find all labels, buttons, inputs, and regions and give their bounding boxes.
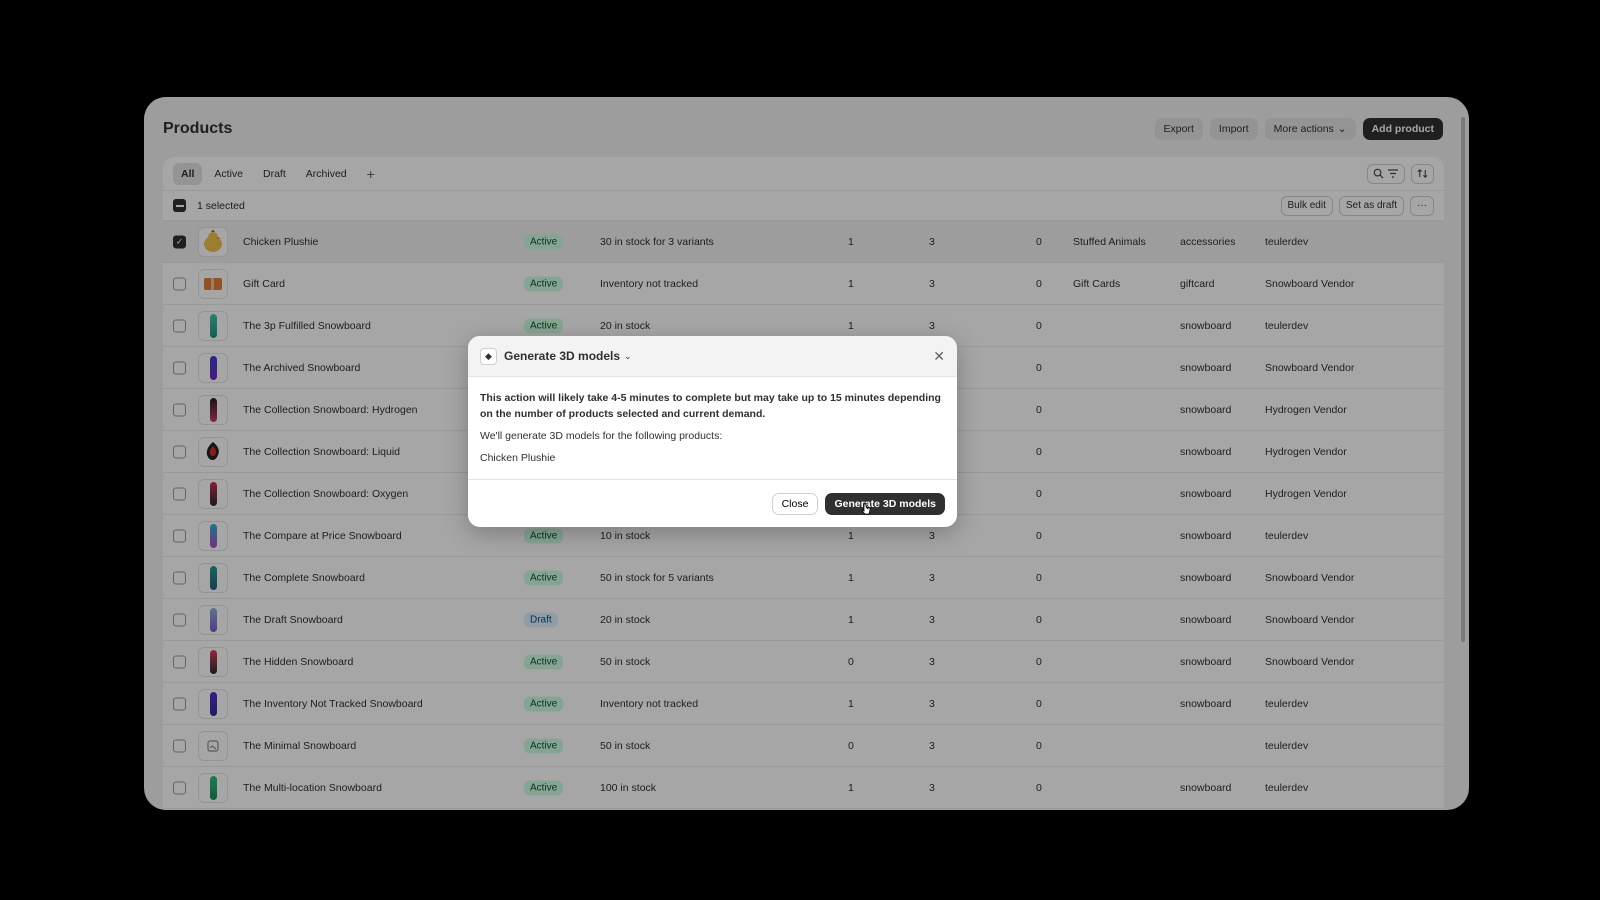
modal-product-list: Chicken Plushie	[480, 452, 556, 464]
modal-footer: Close Generate 3D models	[468, 480, 957, 527]
generate-3d-models-button[interactable]: Generate 3D models	[825, 492, 945, 515]
modal-header: ◆ Generate 3D models ⌄ ✕	[468, 336, 957, 377]
modal-title[interactable]: Generate 3D models	[504, 349, 620, 363]
modal-body: This action will likely take 4-5 minutes…	[468, 377, 957, 480]
generate-3d-modal: ◆ Generate 3D models ⌄ ✕ This action wil…	[468, 336, 957, 527]
chevron-down-icon[interactable]: ⌄	[624, 351, 632, 362]
close-button[interactable]: Close	[771, 492, 819, 515]
close-icon[interactable]: ✕	[933, 348, 945, 365]
modal-intro: We'll generate 3D models for the followi…	[480, 430, 723, 442]
modal-notice: This action will likely take 4-5 minutes…	[480, 392, 941, 420]
app-icon: ◆	[480, 347, 497, 365]
pointer-cursor-icon	[861, 503, 871, 515]
